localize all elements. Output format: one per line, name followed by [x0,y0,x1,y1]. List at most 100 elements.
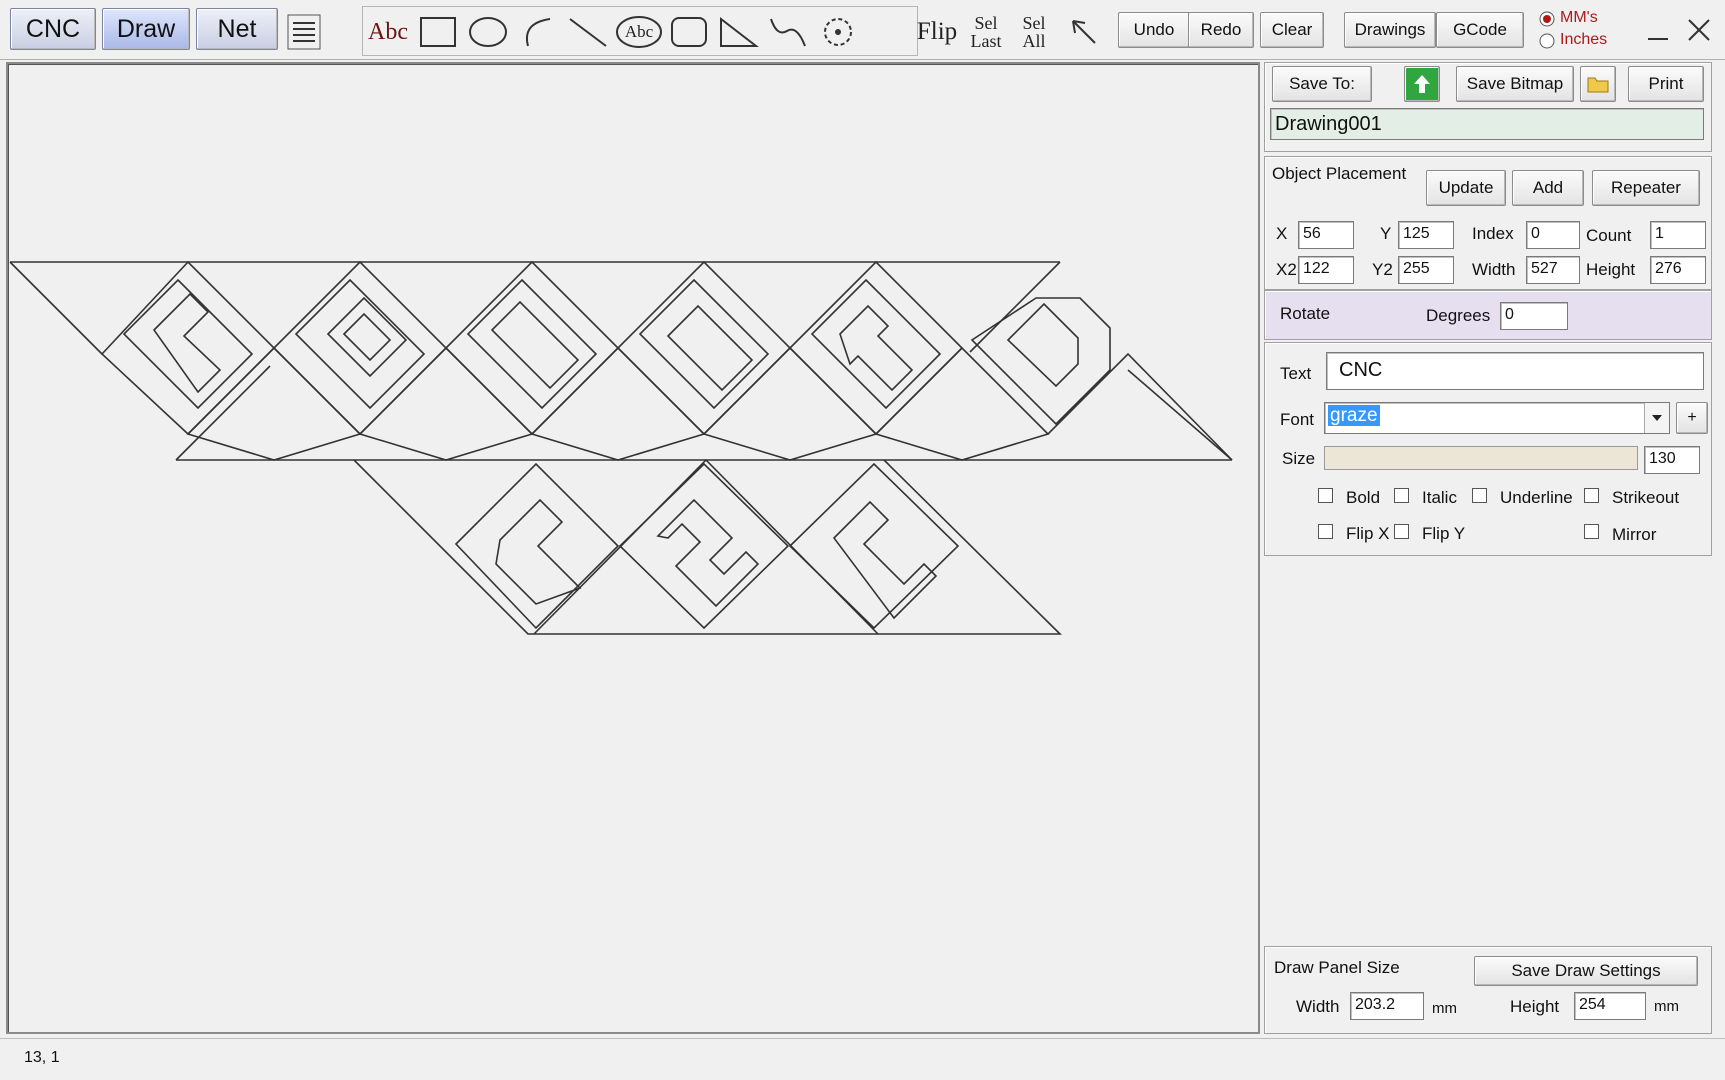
clear-button[interactable]: Clear [1260,12,1324,48]
circle-text-label: Abc [624,22,654,41]
units-group: MM's Inches [1532,4,1632,54]
height-label: Height [1586,260,1636,279]
index-label: Index [1472,224,1514,243]
drawings-button[interactable]: Drawings [1344,12,1436,48]
object-placement-title: Object Placement [1272,164,1407,183]
font-select[interactable]: graze [1324,402,1670,434]
rotate-title: Rotate [1280,304,1331,323]
rectangle-tool-icon[interactable] [414,8,462,56]
panel-width-field[interactable]: 203.2 [1350,992,1424,1020]
ellipse-tool-icon[interactable] [464,8,512,56]
arc-tool-icon[interactable] [514,8,562,56]
close-icon[interactable] [1680,6,1718,54]
size-field[interactable]: 130 [1644,446,1700,474]
gcode-button[interactable]: GCode [1436,12,1524,48]
draw-mode-button[interactable]: Draw [102,8,190,50]
circle-text-tool-button[interactable]: Abc [614,8,664,56]
select-all-button[interactable]: Sel All [1012,8,1056,56]
save-draw-settings-button[interactable]: Save Draw Settings [1474,956,1698,986]
count-label: Count [1586,226,1632,245]
strikeout-checkbox[interactable] [1584,488,1599,503]
draw-panel-size-title: Draw Panel Size [1274,958,1400,977]
print-button[interactable]: Print [1628,66,1704,102]
italic-label: Italic [1422,488,1457,507]
x2-field[interactable]: 122 [1298,256,1354,284]
text-label: Text [1280,364,1312,383]
open-folder-icon[interactable] [1580,66,1616,102]
y-field[interactable]: 125 [1398,221,1454,249]
count-field[interactable]: 1 [1650,221,1706,249]
y2-field[interactable]: 255 [1398,256,1454,284]
add-font-button[interactable]: + [1676,402,1708,434]
y-label: Y [1380,224,1392,243]
bold-checkbox[interactable] [1318,488,1333,503]
update-button[interactable]: Update [1426,170,1506,206]
width-field[interactable]: 527 [1526,256,1580,284]
degrees-field[interactable]: 0 [1500,302,1568,330]
mirror-checkbox[interactable] [1584,524,1599,539]
x-field[interactable]: 56 [1298,221,1354,249]
y2-label: Y2 [1372,260,1393,279]
panel-width-unit: mm [1432,1000,1457,1017]
flip-button[interactable]: Flip [912,8,962,56]
mirror-label: Mirror [1612,525,1657,544]
drawing-canvas[interactable] [6,62,1260,1034]
mm-radio-label: MM's [1560,9,1598,26]
cnc-text-drawing [9,260,1233,635]
x-label: X [1276,224,1288,243]
net-mode-button[interactable]: Net [196,8,278,50]
repeater-button[interactable]: Repeater [1592,170,1700,206]
panel-height-unit: mm [1654,998,1679,1015]
select-last-button[interactable]: Sel Last [962,8,1010,56]
index-field[interactable]: 0 [1526,221,1580,249]
rounded-rectangle-tool-icon[interactable] [666,8,712,56]
flip-y-label: Flip Y [1422,524,1466,543]
save-bitmap-button[interactable]: Save Bitmap [1456,66,1574,102]
flip-x-checkbox[interactable] [1318,524,1333,539]
panel-width-label: Width [1296,997,1340,1016]
panel-height-label: Height [1510,997,1560,1016]
bold-label: Bold [1346,488,1381,507]
curve-tool-icon[interactable] [764,8,812,56]
cursor-coordinates: 13, 1 [24,1049,60,1066]
inches-radio[interactable]: Inches [1538,30,1628,52]
pointer-arrow-icon[interactable] [1060,8,1108,56]
strikeout-label: Strikeout [1612,488,1680,507]
size-label: Size [1282,449,1316,468]
font-label: Font [1280,410,1315,429]
size-slider[interactable] [1324,446,1638,470]
underline-checkbox[interactable] [1472,488,1487,503]
panel-height-field[interactable]: 254 [1574,992,1646,1020]
gear-tool-icon[interactable] [814,8,862,56]
drawing-name-field[interactable]: Drawing001 [1270,108,1704,140]
x2-label: X2 [1276,260,1297,279]
chevron-down-icon[interactable] [1644,403,1669,433]
width-label: Width [1472,260,1516,279]
select-all-line2: All [1022,31,1046,51]
cnc-mode-button[interactable]: CNC [10,8,96,50]
save-to-button[interactable]: Save To: [1272,66,1372,102]
redo-button[interactable]: Redo [1188,12,1254,48]
underline-label: Underline [1500,488,1573,507]
inches-radio-label: Inches [1560,31,1608,48]
status-bar: 13, 1 [0,1038,1725,1080]
text-tool-button[interactable]: Abc [364,8,412,56]
font-select-value: graze [1328,405,1380,426]
select-last-line2: Last [970,31,1002,51]
degrees-label: Degrees [1426,306,1491,325]
mm-radio[interactable]: MM's [1538,8,1628,30]
flip-y-checkbox[interactable] [1394,524,1409,539]
triangle-tool-icon[interactable] [714,8,762,56]
text-input[interactable]: CNC [1326,352,1704,390]
select-all-line1: Sel [1022,13,1046,33]
menu-list-icon[interactable] [284,8,324,56]
italic-checkbox[interactable] [1394,488,1409,503]
height-field[interactable]: 276 [1650,256,1706,284]
add-button[interactable]: Add [1512,170,1584,206]
select-last-line1: Sel [974,13,998,33]
line-tool-icon[interactable] [564,8,612,56]
minimize-icon[interactable] [1640,6,1676,54]
flip-x-label: Flip X [1346,524,1390,543]
undo-button[interactable]: Undo [1118,12,1190,48]
upload-arrow-icon[interactable] [1404,66,1440,102]
